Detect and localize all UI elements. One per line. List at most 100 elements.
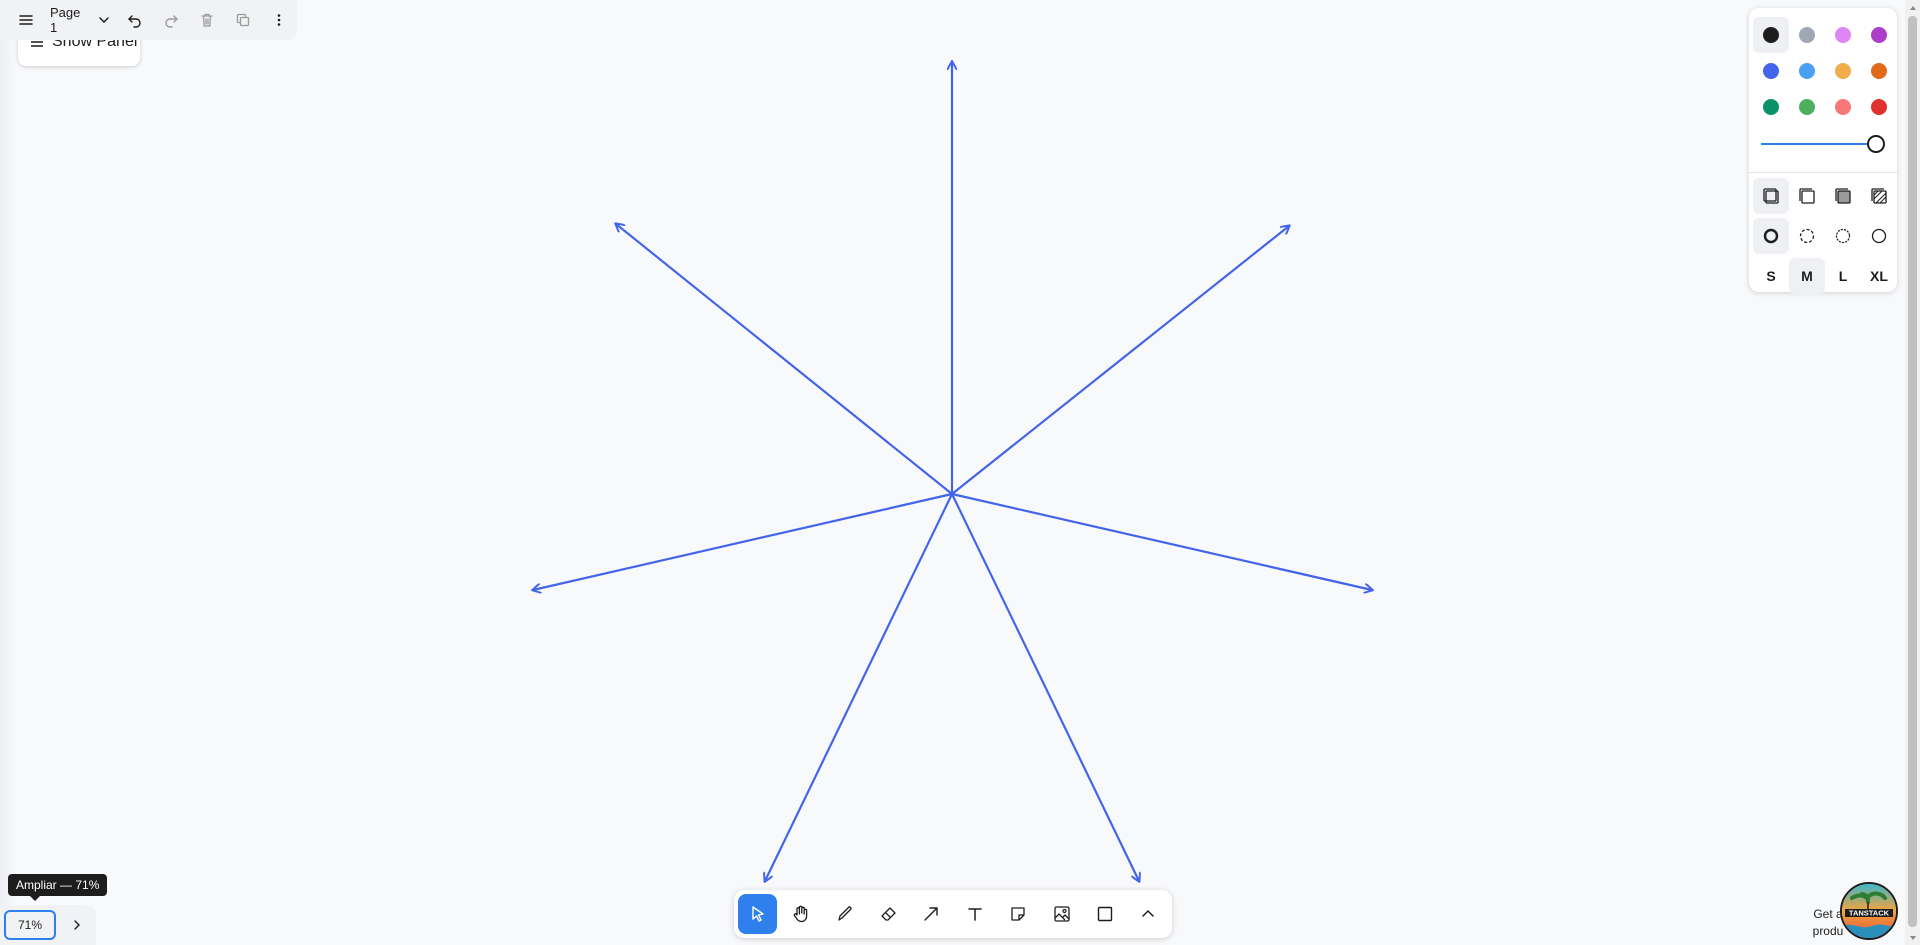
dash-dotted-button[interactable] — [1825, 218, 1861, 254]
dash-solid-icon — [1871, 228, 1887, 244]
redo-icon — [165, 15, 178, 28]
arrow-tool-button[interactable] — [912, 894, 951, 934]
size-l-label: L — [1838, 268, 1848, 284]
panel-divider — [1749, 172, 1897, 173]
tanstack-logo-text: TANSTACK — [1849, 909, 1890, 918]
triangle-down-icon — [1909, 935, 1916, 940]
color-swatch-orange[interactable] — [1861, 53, 1897, 89]
color-swatch-green[interactable] — [1753, 89, 1789, 125]
vertical-scrollbar[interactable] — [1905, 0, 1920, 945]
fill-none-button[interactable] — [1753, 178, 1789, 214]
arrow-shape-upper-left[interactable] — [616, 224, 954, 496]
color-dot — [1871, 27, 1887, 43]
scroll-up-button[interactable] — [1905, 0, 1920, 15]
fill-solid-icon — [1835, 188, 1851, 204]
dash-draw-icon — [1763, 228, 1779, 244]
color-dot — [1799, 63, 1815, 79]
hand-icon — [793, 905, 808, 923]
opacity-slider-thumb[interactable] — [1867, 135, 1885, 153]
chevron-right-icon — [74, 920, 80, 930]
drawing-canvas[interactable] — [0, 0, 1920, 945]
hand-tool-button[interactable] — [781, 894, 820, 934]
color-swatch-violet[interactable] — [1861, 17, 1897, 53]
sticky-note-icon — [1011, 907, 1025, 921]
size-l-button[interactable]: L — [1825, 258, 1861, 294]
opacity-slider[interactable] — [1761, 132, 1885, 156]
sponsor-logo[interactable]: TANSTACK — [1840, 882, 1898, 940]
image-icon — [1053, 906, 1070, 922]
eraser-icon — [881, 907, 896, 921]
color-swatch-blue[interactable] — [1753, 53, 1789, 89]
media-tool-button[interactable] — [1042, 894, 1081, 934]
canvas-edge-shade — [0, 0, 16, 945]
color-swatch-light-blue[interactable] — [1789, 53, 1825, 89]
arrow-icon — [924, 907, 939, 921]
dots-vertical-icon — [277, 14, 281, 26]
size-s-label: S — [1766, 268, 1776, 284]
arrow-shape-upper-right[interactable] — [950, 226, 1289, 496]
color-swatch-light-red[interactable] — [1825, 89, 1861, 125]
undo-button[interactable] — [117, 2, 153, 38]
scroll-down-button[interactable] — [1905, 930, 1920, 945]
size-m-label: M — [1801, 268, 1813, 284]
minimap-toggle-button[interactable] — [62, 910, 92, 940]
page-menu-button[interactable]: Page 1 — [44, 2, 117, 38]
size-m-button[interactable]: M — [1789, 258, 1825, 294]
hamburger-icon — [19, 15, 33, 25]
color-swatch-light-green[interactable] — [1789, 89, 1825, 125]
color-swatch-red[interactable] — [1861, 89, 1897, 125]
color-dot — [1835, 99, 1851, 115]
draw-tool-button[interactable] — [825, 894, 864, 934]
triangle-up-icon — [1909, 5, 1916, 10]
fill-none-icon — [1763, 188, 1779, 204]
page-label: Page 1 — [49, 5, 81, 35]
color-dot — [1763, 27, 1779, 43]
text-tool-button[interactable] — [955, 894, 994, 934]
rectangle-tool-button[interactable] — [1085, 894, 1124, 934]
fill-semi-button[interactable] — [1789, 178, 1825, 214]
color-swatch-grey[interactable] — [1789, 17, 1825, 53]
color-dot — [1763, 63, 1779, 79]
cursor-icon — [752, 906, 764, 922]
color-dot — [1763, 99, 1779, 115]
top-menu-bar: Page 1 — [0, 0, 297, 40]
chevron-down-icon — [99, 17, 109, 24]
note-tool-button[interactable] — [998, 894, 1037, 934]
trash-icon — [201, 13, 213, 27]
rectangle-icon — [1097, 906, 1113, 922]
scrollbar-thumb[interactable] — [1908, 16, 1917, 927]
color-dot — [1835, 63, 1851, 79]
fill-solid-button[interactable] — [1825, 178, 1861, 214]
color-dot — [1799, 27, 1815, 43]
main-menu-button[interactable] — [8, 2, 44, 38]
pencil-icon — [837, 906, 852, 921]
color-swatch-light-violet[interactable] — [1825, 17, 1861, 53]
dash-dashed-button[interactable] — [1789, 218, 1825, 254]
size-s-button[interactable]: S — [1753, 258, 1789, 294]
color-swatch-yellow[interactable] — [1825, 53, 1861, 89]
arrow-shape-lower-right[interactable] — [950, 492, 1139, 881]
duplicate-button[interactable] — [225, 2, 261, 38]
opacity-slider-track — [1761, 143, 1877, 145]
dash-draw-button[interactable] — [1753, 218, 1789, 254]
size-xl-button[interactable]: XL — [1861, 258, 1897, 294]
arrow-shape-left[interactable] — [533, 492, 954, 590]
fill-pattern-button[interactable] — [1861, 178, 1897, 214]
dash-dashed-icon — [1799, 228, 1815, 244]
size-xl-label: XL — [1870, 268, 1888, 284]
arrow-shape-lower-left[interactable] — [765, 492, 954, 881]
more-tools-button[interactable] — [1129, 894, 1168, 934]
color-swatch-black[interactable] — [1753, 17, 1789, 53]
delete-button[interactable] — [189, 2, 225, 38]
redo-button[interactable] — [153, 2, 189, 38]
tanstack-logo-icon: TANSTACK — [1842, 884, 1896, 938]
duplicate-icon — [236, 13, 250, 27]
more-actions-button[interactable] — [261, 2, 297, 38]
dash-dotted-icon — [1835, 228, 1851, 244]
arrow-shape-right[interactable] — [950, 492, 1372, 590]
zoom-menu-button[interactable]: 71% — [4, 910, 56, 940]
dash-solid-button[interactable] — [1861, 218, 1897, 254]
select-tool-button[interactable] — [738, 894, 778, 934]
eraser-tool-button[interactable] — [868, 894, 907, 934]
color-dot — [1835, 27, 1851, 43]
